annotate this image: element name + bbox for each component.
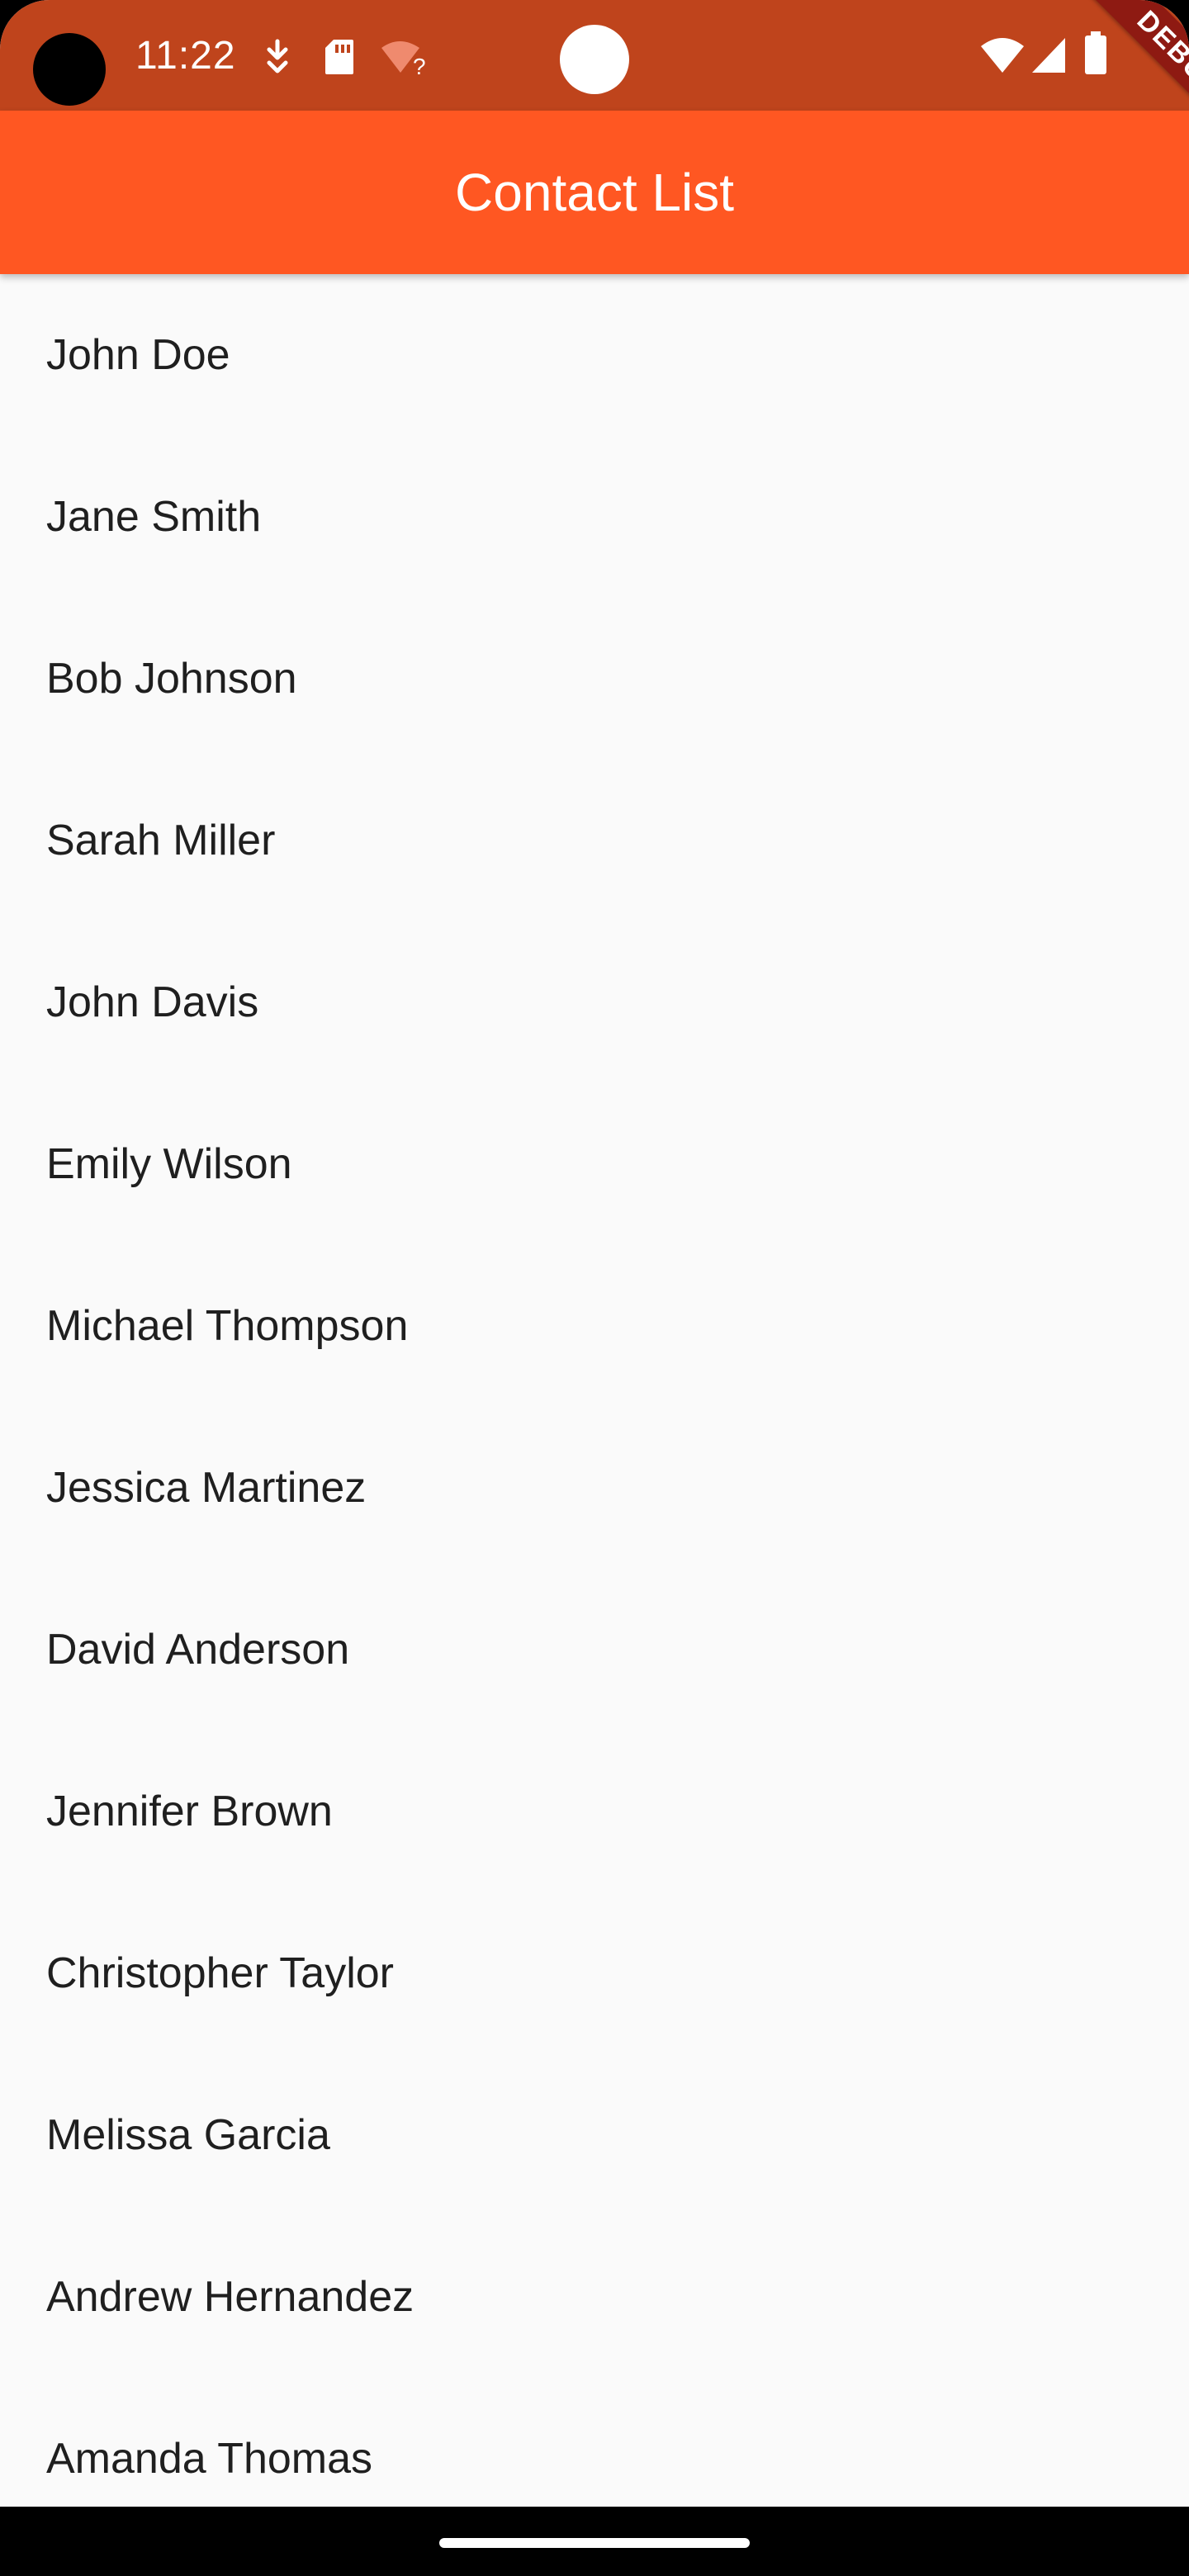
camera-cutout (33, 33, 106, 106)
status-time: 11:22 (135, 34, 236, 78)
svg-text:?: ? (413, 54, 426, 78)
contact-list-item[interactable]: Bob Johnson (0, 598, 1189, 760)
contact-list-item[interactable]: Sarah Miller (0, 760, 1189, 921)
contact-list-item[interactable]: Christopher Taylor (0, 1892, 1189, 2054)
contact-list-item[interactable]: Andrew Hernandez (0, 2216, 1189, 2378)
contact-list-item[interactable]: Jane Smith (0, 436, 1189, 598)
download-icon (267, 39, 288, 73)
contact-list-item[interactable]: Michael Thompson (0, 1245, 1189, 1407)
navigation-bar (0, 2507, 1189, 2576)
contact-list-item[interactable]: Emily Wilson (0, 1083, 1189, 1245)
contact-list-item[interactable]: John Davis (0, 921, 1189, 1083)
phone-screen: 11:22 ? Contact List John Doe Jane Smith… (0, 0, 1189, 2576)
app-bar: Contact List (0, 111, 1189, 274)
contact-list-item[interactable]: Melissa Garcia (0, 2054, 1189, 2216)
sd-card-icon (325, 40, 353, 74)
contact-list-item[interactable]: John Doe (0, 274, 1189, 436)
app-title: Contact List (455, 163, 734, 222)
contact-list-item[interactable]: Jennifer Brown (0, 1731, 1189, 1892)
home-gesture-handle[interactable] (439, 2538, 750, 2548)
contact-list-item[interactable]: Jessica Martinez (0, 1407, 1189, 1569)
camera-indicator (560, 25, 629, 94)
contact-list: John Doe Jane Smith Bob Johnson Sarah Mi… (0, 274, 1189, 2540)
wifi-unknown-icon: ? (381, 41, 426, 78)
contact-list-item[interactable]: David Anderson (0, 1569, 1189, 1731)
